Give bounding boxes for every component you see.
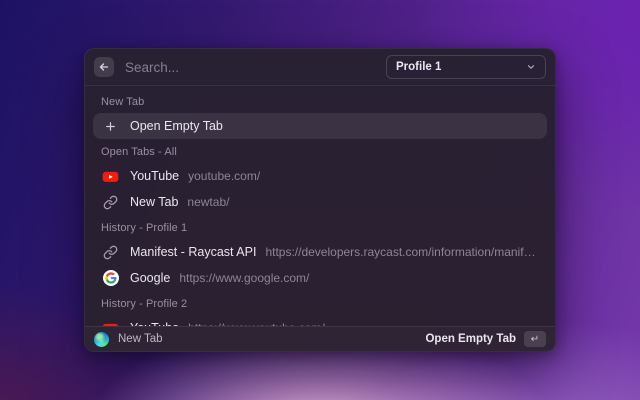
- item-title: Manifest - Raycast API: [130, 245, 256, 259]
- chevron-down-icon: [526, 62, 536, 72]
- list-item[interactable]: New Tab newtab/: [93, 189, 547, 215]
- search-bar: Profile 1: [85, 49, 555, 85]
- section-header: History - Profile 2: [93, 291, 547, 315]
- link-icon: [102, 194, 119, 211]
- search-input[interactable]: [125, 60, 386, 75]
- footer-app-label: New Tab: [118, 333, 425, 345]
- footer-bar: New Tab Open Empty Tab ↵: [85, 326, 555, 351]
- desktop-background: Profile 1 New TabOpen Empty TabOpen Tabs…: [0, 0, 640, 400]
- results-list: New TabOpen Empty TabOpen Tabs - AllYouT…: [85, 86, 555, 326]
- item-title: Google: [130, 271, 170, 285]
- profile-dropdown[interactable]: Profile 1: [386, 55, 546, 79]
- footer-action-label[interactable]: Open Empty Tab: [425, 333, 516, 345]
- section-header: New Tab: [93, 89, 547, 113]
- edge-icon: [94, 332, 109, 347]
- item-title: New Tab: [130, 195, 178, 209]
- arrow-left-icon: [98, 61, 110, 73]
- youtube-icon: [102, 168, 119, 185]
- item-title: YouTube: [130, 169, 179, 183]
- item-subtitle: https://www.google.com/: [179, 271, 538, 285]
- list-item[interactable]: Manifest - Raycast API https://developers…: [93, 239, 547, 265]
- list-item[interactable]: YouTube youtube.com/: [93, 163, 547, 189]
- section-header: Open Tabs - All: [93, 139, 547, 163]
- profile-dropdown-value: Profile 1: [396, 61, 526, 73]
- link-icon: [102, 244, 119, 261]
- item-subtitle: https://developers.raycast.com/informati…: [265, 245, 538, 259]
- list-item[interactable]: Open Empty Tab: [93, 113, 547, 139]
- item-subtitle: youtube.com/: [188, 169, 538, 183]
- item-subtitle: newtab/: [187, 195, 538, 209]
- list-item[interactable]: YouTubehttps://www.youtube.com/: [93, 315, 547, 326]
- enter-key-icon[interactable]: ↵: [524, 331, 546, 347]
- google-icon: [102, 270, 119, 287]
- back-button[interactable]: [94, 57, 114, 77]
- section-header: History - Profile 1: [93, 215, 547, 239]
- item-title: Open Empty Tab: [130, 119, 223, 133]
- plus-icon: [102, 118, 119, 135]
- list-item[interactable]: Google https://www.google.com/: [93, 265, 547, 291]
- raycast-window: Profile 1 New TabOpen Empty TabOpen Tabs…: [84, 48, 556, 352]
